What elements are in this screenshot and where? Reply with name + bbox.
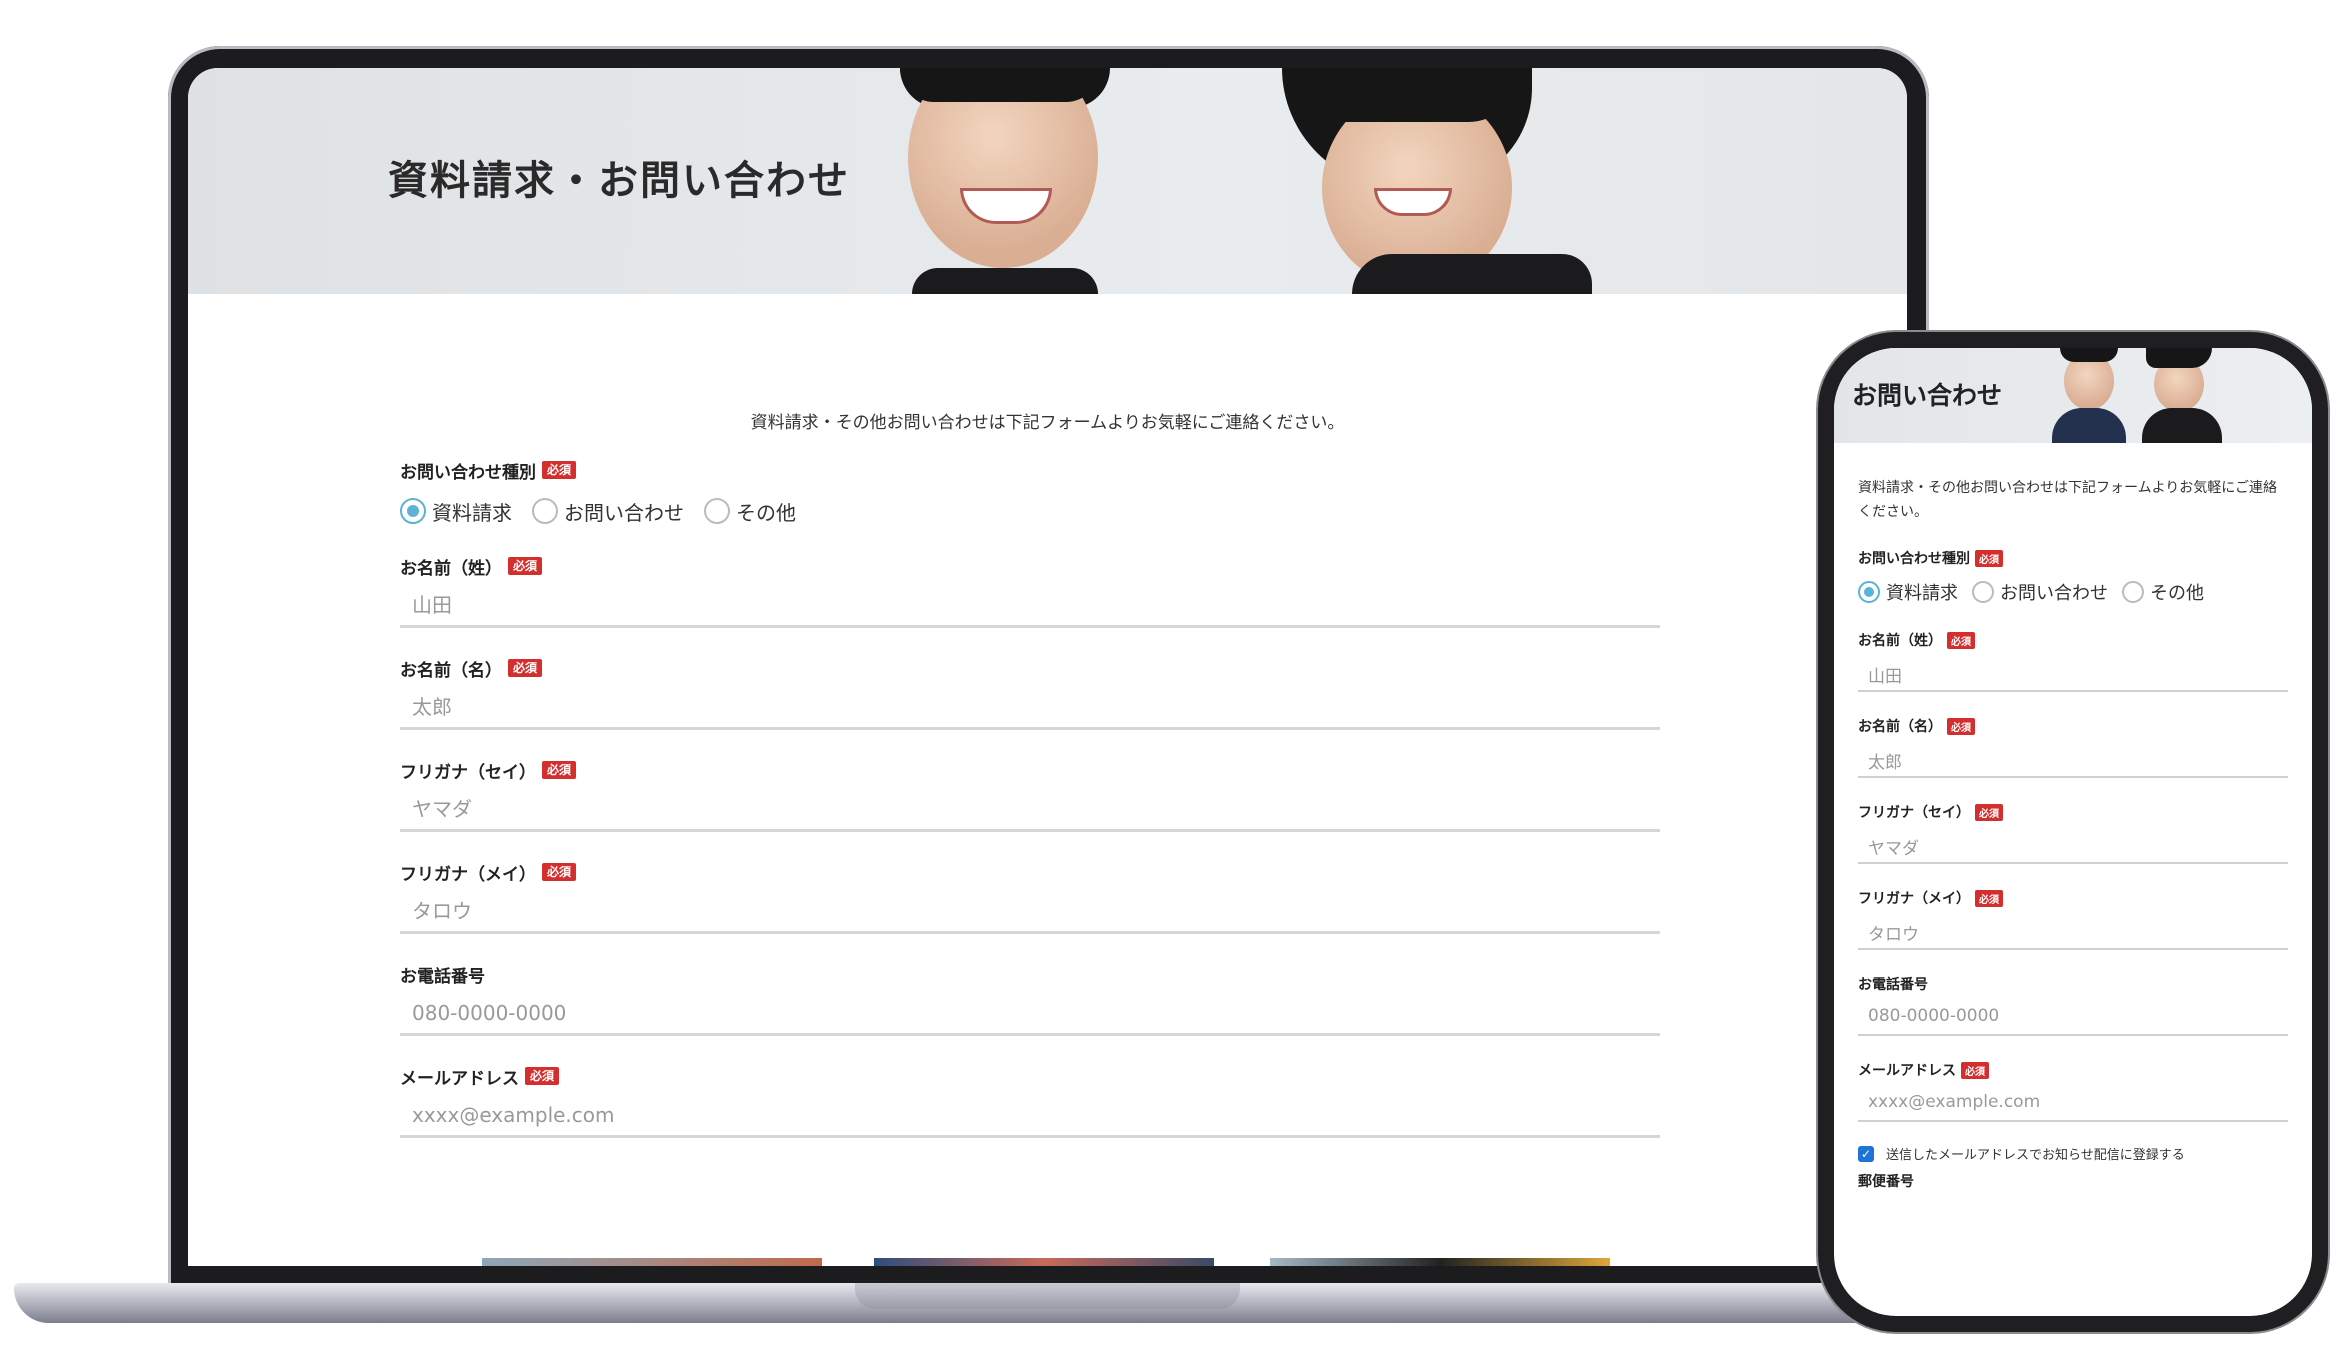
mobile-last-name-kana-input[interactable]: ヤマダ [1858, 828, 2288, 864]
mobile-radio-option-document[interactable]: 資料請求 [1858, 579, 1958, 605]
last-name-kana-input[interactable]: ヤマダ [400, 788, 1660, 832]
inquiry-type-radios: 資料請求 お問い合わせ その他 [400, 496, 1660, 526]
mobile-email-input[interactable]: xxxx@example.com [1858, 1086, 2288, 1122]
intro-text: 資料請求・その他お問い合わせは下記フォームよりお気軽にご連絡ください。 [750, 413, 1345, 433]
required-badge: 必須 [1961, 1061, 1989, 1079]
mobile-first-name-kana-input[interactable]: タロウ [1858, 914, 2288, 950]
required-badge: 必須 [1947, 717, 1975, 735]
radio-icon[interactable] [532, 498, 558, 524]
radio-option-other[interactable]: その他 [704, 497, 796, 526]
first-name-input[interactable]: 太郎 [400, 686, 1660, 730]
newsletter-checkbox-row[interactable]: ✓ 送信したメールアドレスでお知らせ配信に登録する [1858, 1144, 2288, 1163]
mobile-inquiry-type-group: お問い合わせ種別 必須 資料請求 お問い合わせ その他 [1858, 548, 2288, 606]
hero-photo-woman [1262, 68, 1592, 294]
mobile-field-email: メールアドレス 必須 xxxx@example.com [1858, 1060, 2288, 1122]
radio-icon[interactable] [704, 498, 730, 524]
mobile-hero-photo [2034, 348, 2294, 443]
laptop-notch [855, 1283, 1240, 1309]
mobile-radio-option-other[interactable]: その他 [2122, 579, 2204, 605]
required-badge: 必須 [542, 863, 577, 881]
hero-photo-girl [900, 68, 1110, 294]
bottom-image-strip-1 [482, 1258, 822, 1266]
mobile-field-phone: お電話番号 080-0000-0000 [1858, 974, 2288, 1036]
mobile-last-name-input[interactable]: 山田 [1858, 656, 2288, 692]
mobile-field-first-name: お名前（名） 必須 太郎 [1858, 716, 2288, 778]
field-email: メールアドレス 必須 xxxx@example.com [400, 1064, 1660, 1138]
field-phone: お電話番号 080-0000-0000 [400, 962, 1660, 1036]
mobile-first-name-input[interactable]: 太郎 [1858, 742, 2288, 778]
bottom-image-strip-2 [874, 1258, 1214, 1266]
radio-option-document[interactable]: 資料請求 [400, 497, 512, 526]
inquiry-form: お問い合わせ種別 必須 資料請求 お問い合わせ その他 お名前（姓） 必須 山田… [400, 458, 1660, 1138]
radio-icon[interactable] [1972, 581, 1994, 603]
radio-selected-icon[interactable] [1858, 581, 1880, 603]
required-badge: 必須 [508, 659, 543, 677]
field-last-name: お名前（姓） 必須 山田 [400, 554, 1660, 628]
radio-selected-icon[interactable] [400, 498, 426, 524]
required-badge: 必須 [1947, 631, 1975, 649]
inquiry-type-group: お問い合わせ種別 必須 資料請求 お問い合わせ その他 [400, 458, 1660, 526]
mobile-radio-option-inquiry[interactable]: お問い合わせ [1972, 579, 2108, 605]
mobile-page-title: お問い合わせ [1852, 381, 2003, 410]
mobile-phone-input[interactable]: 080-0000-0000 [1858, 1000, 2288, 1036]
mobile-intro-text: 資料請求・その他お問い合わせは下記フォームよりお気軽にご連絡ください。 [1858, 480, 2278, 520]
phone-input[interactable]: 080-0000-0000 [400, 992, 1660, 1036]
field-last-name-kana: フリガナ（セイ） 必須 ヤマダ [400, 758, 1660, 832]
radio-icon[interactable] [2122, 581, 2144, 603]
required-badge: 必須 [508, 557, 543, 575]
mobile-inquiry-form: お問い合わせ種別 必須 資料請求 お問い合わせ その他 お名前（姓） 必須 山田 お… [1858, 548, 2288, 1191]
hero-banner: 資料請求・お問い合わせ [188, 68, 1907, 294]
required-badge: 必須 [1975, 889, 2003, 907]
required-badge: 必須 [525, 1067, 560, 1085]
page-title: 資料請求・お問い合わせ [388, 158, 850, 204]
first-name-kana-input[interactable]: タロウ [400, 890, 1660, 934]
inquiry-type-label: お問い合わせ種別 必須 [400, 458, 1660, 483]
bottom-image-strip-3 [1270, 1258, 1610, 1266]
desktop-page: 資料請求・お問い合わせ 資料請求・その他お問い合わせは下記フォームよりお気軽にご… [188, 68, 1907, 1266]
mobile-field-last-name: お名前（姓） 必須 山田 [1858, 630, 2288, 692]
email-input[interactable]: xxxx@example.com [400, 1094, 1660, 1138]
postal-code-label: 郵便番号 [1858, 1174, 1914, 1190]
last-name-input[interactable]: 山田 [400, 584, 1660, 628]
required-badge: 必須 [1975, 549, 2003, 567]
radio-option-inquiry[interactable]: お問い合わせ [532, 497, 684, 526]
field-first-name: お名前（名） 必須 太郎 [400, 656, 1660, 730]
checkmark-icon[interactable]: ✓ [1858, 1145, 1874, 1162]
mobile-inquiry-type-radios: 資料請求 お問い合わせ その他 [1858, 578, 2288, 606]
required-badge: 必須 [1975, 803, 2003, 821]
mobile-page: お問い合わせ 資料請求・その他お問い合わせは下記フォームよりお気軽にご連絡くださ… [1834, 348, 2312, 1316]
field-first-name-kana: フリガナ（メイ） 必須 タロウ [400, 860, 1660, 934]
required-badge: 必須 [542, 461, 577, 479]
mobile-field-last-name-kana: フリガナ（セイ） 必須 ヤマダ [1858, 802, 2288, 864]
required-badge: 必須 [542, 761, 577, 779]
mobile-field-first-name-kana: フリガナ（メイ） 必須 タロウ [1858, 888, 2288, 950]
mobile-hero-banner: お問い合わせ [1834, 348, 2312, 443]
